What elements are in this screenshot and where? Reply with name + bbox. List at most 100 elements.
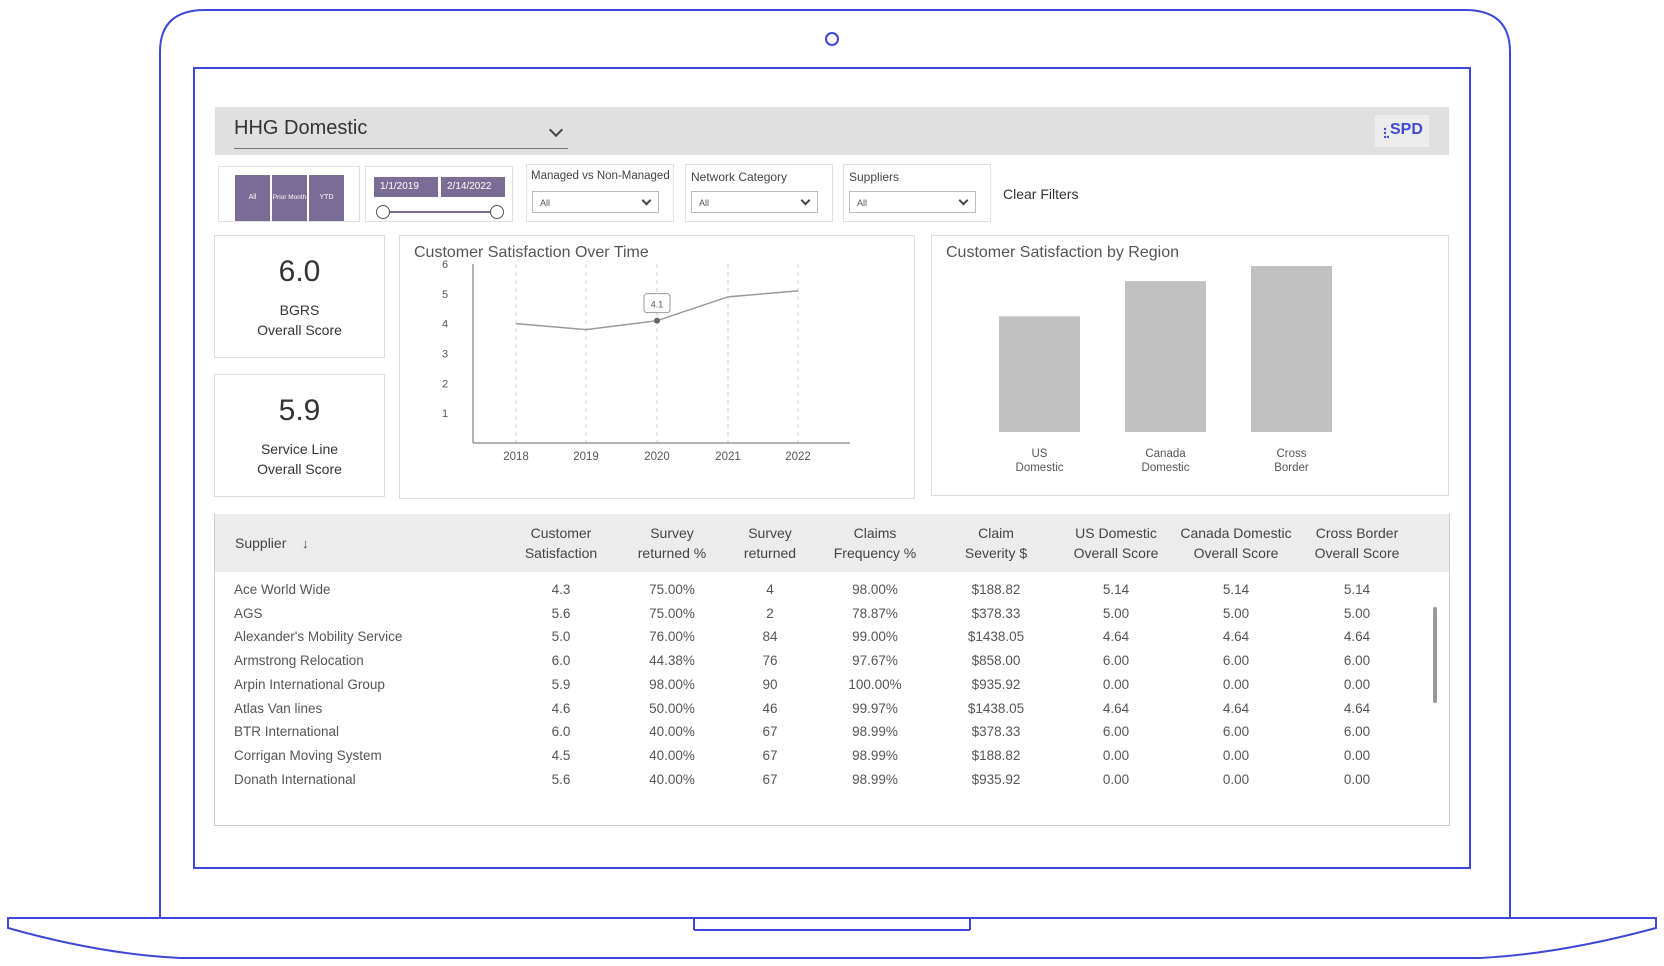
bar-category-label: Domestic xyxy=(1016,462,1064,474)
table-cell: 4.64 xyxy=(1222,629,1250,645)
managed-filter-label: Managed vs Non-Managed xyxy=(531,170,670,182)
bar-chart: US Domestic Canada Domestic Cross Border xyxy=(999,266,1332,474)
table-cell: 6.00 xyxy=(1343,724,1371,740)
period-button-ytd[interactable]: YTD xyxy=(309,175,344,221)
column-header-supplier[interactable]: Supplier ↓ xyxy=(235,533,309,554)
clear-filters-link[interactable]: Clear Filters xyxy=(1003,186,1078,202)
kpi-label-line2: Overall Score xyxy=(257,461,342,477)
kpi-card-bgrs: 6.0 BGRS Overall Score xyxy=(214,235,385,358)
table-cell: 0.00 xyxy=(1102,747,1130,763)
view-dropdown[interactable]: HHG Domestic xyxy=(234,113,568,149)
logo-text: SPD xyxy=(1390,121,1423,138)
table-cell: 5.00 xyxy=(1102,605,1130,621)
table-cell: $1438.05 xyxy=(967,700,1025,716)
bar-category-label: US xyxy=(1032,448,1048,460)
table-cell: 4.64 xyxy=(1102,629,1130,645)
managed-select[interactable]: All xyxy=(532,191,659,213)
table-cell: $935.92 xyxy=(971,771,1021,787)
y-tick-label: 5 xyxy=(442,289,448,301)
table-cell: 67 xyxy=(762,724,778,740)
table-cell: 5.6 xyxy=(551,605,571,621)
date-range-filter: 1/1/2019 2/14/2022 xyxy=(365,166,513,222)
supplier-name-cell[interactable]: Ace World Wide xyxy=(234,582,331,597)
table-cell: 0.00 xyxy=(1222,747,1250,763)
table-cell: 6.00 xyxy=(1102,653,1130,669)
x-tick-label: 2018 xyxy=(503,451,529,463)
supplier-name-cell[interactable]: Corrigan Moving System xyxy=(234,748,382,763)
table-cell: 5.14 xyxy=(1102,582,1130,597)
table-cell: 98.99% xyxy=(852,724,898,740)
table-cell: 5.00 xyxy=(1222,605,1250,621)
kpi-card-service-line: 5.9 Service Line Overall Score xyxy=(214,374,385,497)
table-cell: 98.99% xyxy=(852,747,898,763)
table-cell: 6.00 xyxy=(1222,653,1250,669)
table-cell: 4.64 xyxy=(1222,700,1250,716)
supplier-name-cell[interactable]: Atlas Van lines xyxy=(234,701,322,716)
table-cell: 6.0 xyxy=(551,653,571,669)
x-tick-label: 2019 xyxy=(573,451,599,463)
end-date-field[interactable]: 2/14/2022 xyxy=(441,177,505,197)
table-cell: 0.00 xyxy=(1222,676,1250,692)
table-cell: 5.6 xyxy=(551,771,571,787)
supplier-name-cell[interactable]: BTR International xyxy=(234,724,339,739)
webcam-icon xyxy=(825,32,839,46)
table-cell: 0.00 xyxy=(1102,676,1130,692)
table-cell: 99.97% xyxy=(852,700,898,716)
table-cell: 4 xyxy=(766,582,774,597)
table-cell: 67 xyxy=(762,747,778,763)
table-cell: 4.64 xyxy=(1343,629,1371,645)
table-cell: $935.92 xyxy=(971,676,1021,692)
chevron-down-icon xyxy=(800,195,811,206)
managed-filter: Managed vs Non-Managed All xyxy=(526,164,674,222)
network-filter-label: Network Category xyxy=(691,170,788,184)
sort-down-icon[interactable]: ↓ xyxy=(298,536,309,551)
supplier-name-cell[interactable]: Alexander's Mobility Service xyxy=(234,629,402,644)
table-cell: 4.64 xyxy=(1102,700,1130,716)
table-cell: 98.99% xyxy=(852,771,898,787)
column-header[interactable]: Cross Border Overall Score xyxy=(1282,523,1432,563)
date-slider-start-handle[interactable] xyxy=(376,205,390,219)
column-header-line1: Cross Border xyxy=(1315,525,1399,541)
table-cell: 0.00 xyxy=(1343,771,1371,787)
period-filter: All Prior Month YTD xyxy=(218,166,360,222)
table-cell: 0.00 xyxy=(1222,771,1250,787)
y-tick-label: 2 xyxy=(442,378,448,390)
line-chart-card: Customer Satisfaction Over Time 1 2 3 4 5 6 20… xyxy=(399,235,915,499)
supplier-name-cell[interactable]: Donath International xyxy=(234,772,356,787)
network-select[interactable]: All xyxy=(691,191,818,213)
x-tick-label: 2021 xyxy=(715,451,741,463)
table-cell: 100.00% xyxy=(848,676,902,692)
period-button-prior-month[interactable]: Prior Month xyxy=(272,175,307,221)
table-cell: 4.5 xyxy=(551,747,571,763)
suppliers-filter-label: Suppliers xyxy=(849,170,900,184)
table-scrollbar[interactable] xyxy=(1433,607,1437,703)
table-cell: $188.82 xyxy=(971,747,1021,763)
bar-category-label: Cross xyxy=(1276,448,1306,460)
table-cell: 78.87% xyxy=(852,605,898,621)
period-button-all[interactable]: All xyxy=(235,175,270,221)
table-cell: $858.00 xyxy=(971,653,1021,669)
date-slider-end-handle[interactable] xyxy=(490,205,504,219)
kpi-label-line1: Service Line xyxy=(260,441,339,457)
table-cell: 97.67% xyxy=(852,653,898,669)
spd-logo: SPD xyxy=(1375,115,1429,147)
line-chart: 1 2 3 4 5 6 2018 2019 2020 2021 2022 4.1 xyxy=(442,259,850,463)
table-cell: 5.14 xyxy=(1222,582,1250,597)
table-cell: $378.33 xyxy=(971,724,1021,740)
suppliers-select[interactable]: All xyxy=(849,191,976,213)
suppliers-filter: Suppliers All xyxy=(843,164,991,222)
point-tooltip-label: 4.1 xyxy=(651,300,664,310)
supplier-name-cell[interactable]: Arpin International Group xyxy=(234,677,385,692)
start-date-field[interactable]: 1/1/2019 xyxy=(374,177,438,197)
y-tick-label: 1 xyxy=(442,408,448,420)
chevron-down-icon xyxy=(641,195,652,206)
table-cell: $378.33 xyxy=(971,605,1021,621)
kpi-value: 6.0 xyxy=(278,255,321,288)
logo-dots-icon xyxy=(1383,127,1389,139)
supplier-name-cell[interactable]: AGS xyxy=(234,606,263,621)
y-tick-label: 6 xyxy=(442,259,448,271)
table-cell: $188.82 xyxy=(971,582,1021,597)
kpi-label-line2: Overall Score xyxy=(257,322,342,338)
supplier-name-cell[interactable]: Armstrong Relocation xyxy=(234,653,364,668)
table-cell: 4.6 xyxy=(551,700,571,716)
